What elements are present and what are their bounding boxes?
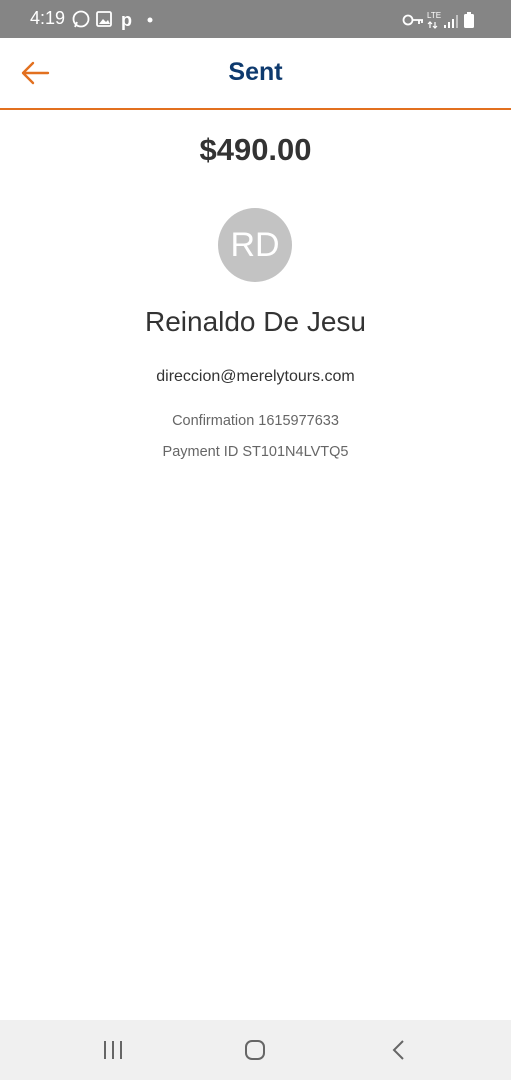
recent-apps-button[interactable] <box>93 1034 133 1066</box>
whatsapp-icon <box>72 10 90 28</box>
recent-apps-icon <box>104 1041 122 1059</box>
system-back-button[interactable] <box>378 1034 418 1066</box>
home-button[interactable] <box>235 1034 275 1066</box>
svg-text:p: p <box>121 10 132 30</box>
battery-icon <box>464 12 474 28</box>
recipient-email: direccion@merelytours.com <box>156 368 355 385</box>
page-title: Sent <box>228 58 283 86</box>
vpn-key-icon <box>402 14 423 26</box>
signal-icon <box>444 15 458 28</box>
p-icon: p <box>121 10 132 30</box>
status-time: 4:19 <box>30 8 66 28</box>
confirmation-number: Confirmation 1615977633 <box>172 413 339 429</box>
payment-amount: $490.00 <box>199 132 312 167</box>
recipient-name: Reinaldo De Jesu <box>144 306 367 337</box>
svg-text:LTE: LTE <box>427 11 441 20</box>
status-icons-left: p <box>72 8 162 35</box>
gallery-icon <box>96 11 112 27</box>
back-icon <box>392 1040 404 1060</box>
payment-id: Payment ID ST101N4LVTQ5 <box>162 444 349 460</box>
dot-icon <box>147 17 153 23</box>
home-icon <box>245 1040 265 1060</box>
system-nav-bar <box>0 1020 511 1080</box>
status-bar: 4:19 p LTE <box>0 0 511 38</box>
avatar: RD <box>218 208 292 282</box>
app-header: Sent <box>0 38 511 110</box>
status-icons-right: LTE <box>401 9 483 36</box>
lte-icon: LTE <box>427 11 441 29</box>
avatar-initials: RD <box>230 225 280 264</box>
